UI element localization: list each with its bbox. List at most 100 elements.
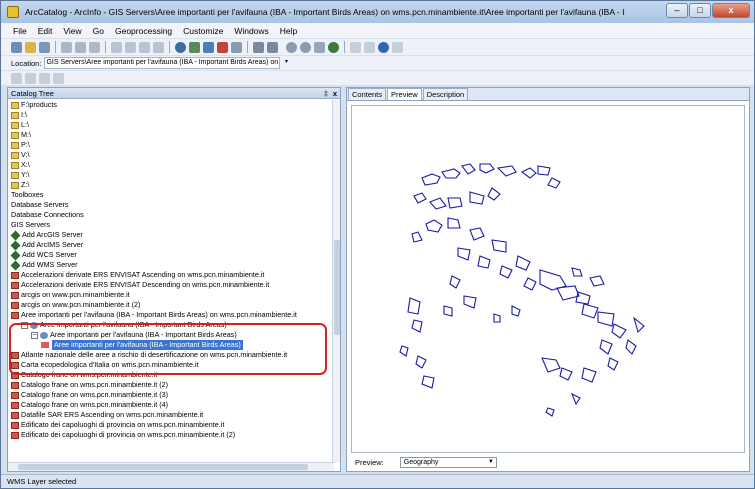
minimize-button[interactable]: – [666,3,688,18]
maximize-button[interactable]: □ [689,3,711,18]
model-builder-icon[interactable] [253,41,264,53]
menu-geoprocessing[interactable]: Geoprocessing [115,26,172,36]
large-icons-view-icon[interactable] [111,41,122,53]
tab-contents[interactable]: Contents [348,88,387,100]
collapse-icon[interactable]: – [21,321,28,329]
collapse-icon[interactable]: – [31,331,38,339]
details-view-icon[interactable] [139,41,150,53]
menu-file[interactable]: File [13,26,27,36]
tree-item[interactable]: Add WMS Server [8,260,334,270]
export-metadata-icon[interactable] [39,72,50,84]
tree-item[interactable]: L:\ [8,120,334,130]
tree-item[interactable]: Add WCS Server [8,250,334,260]
chevron-down-icon[interactable]: ▾ [282,58,290,68]
menu-go[interactable]: Go [93,26,104,36]
paste-icon[interactable] [75,41,86,53]
tree-item[interactable]: Aree importanti per l'avifauna (IBA - Im… [8,310,334,320]
open-folder-icon[interactable] [25,41,36,53]
menu-help[interactable]: Help [280,26,297,36]
print-icon[interactable] [53,72,64,84]
tree-item[interactable]: P:\ [8,140,334,150]
tree-item[interactable]: Accelerazioni derivate ERS ENVISAT Ascen… [8,270,334,280]
tree-item[interactable]: Database Servers [8,200,334,210]
location-toolbar: Location: GIS Servers\Aree importanti pe… [1,56,754,70]
tree-item[interactable]: Datafile SAR ERS Ascending on wms.pcn.mi… [8,410,334,420]
edit-metadata-icon[interactable] [11,72,22,84]
preview-mode-value: Geography [403,459,439,466]
tab-preview[interactable]: Preview [387,88,422,100]
search-window-icon[interactable] [203,41,214,53]
tree-item[interactable]: – Aree importanti per l'avifauna (IBA - I… [8,320,334,330]
tree-item[interactable]: Y:\ [8,170,334,180]
menu-view[interactable]: View [63,26,81,36]
tree-item[interactable]: Carta ecopedologica d'Italia on wms.pcn.… [8,360,334,370]
copy-icon[interactable] [61,41,72,53]
tree-item-label: P:\ [21,140,30,149]
tree-item[interactable]: Toolboxes [8,190,334,200]
tree-item[interactable]: M:\ [8,130,334,140]
up-level-icon[interactable] [39,41,50,53]
zoom-in-icon[interactable] [286,41,297,53]
tree-item[interactable]: arcgis on www.pcn.minambiente.it (2) [8,300,334,310]
forward-arrow-icon[interactable] [364,41,375,53]
preview-mode-dropdown[interactable]: Geography ▼ [399,457,497,468]
tree-vertical-scrollbar[interactable] [332,100,340,463]
whats-this-icon[interactable] [267,41,278,53]
catalog-tree[interactable]: F:\products I:\ L:\ M:\ P:\ V:\ X:\ Y:\ Z:\ Toolb… [8,100,334,463]
tree-item[interactable]: Catalogo frane on wms.pcn.minambiente.it… [8,380,334,390]
tree-item[interactable]: Catalogo frane on wms.pcn.minambiente.it… [8,400,334,410]
tree-item[interactable]: I:\ [8,110,334,120]
tree-item[interactable]: Edificato dei capoluoghi di provincia on… [8,420,334,430]
tree-item[interactable]: Catalogo frane on wms.pcn.minambiente.it… [8,390,334,400]
menu-windows[interactable]: Windows [234,26,268,36]
tree-item[interactable]: Add ArcIMS Server [8,240,334,250]
tree-item[interactable]: Atlante nazionale delle aree a rischio d… [8,350,334,360]
arctoolbox-icon[interactable] [217,41,228,53]
pin-icon[interactable]: ‡ [324,88,328,99]
tree-item[interactable]: Add ArcGIS Server [8,230,334,240]
iba-area-outline [469,227,485,241]
tree-item[interactable]: F:\products [8,100,334,110]
tree-item-label: Edificato dei capoluoghi di provincia on… [21,420,225,429]
tree-item[interactable]: Catalogo frane on wms.pcn.minambiente.it [8,370,334,380]
tree-item[interactable]: – Aree importanti per l'avifauna (IBA - I… [8,330,334,340]
menu-edit[interactable]: Edit [38,26,53,36]
launch-arcmap-icon[interactable] [175,41,186,53]
pan-icon[interactable] [314,41,325,53]
tree-item[interactable]: arcgis on www.pcn.minambiente.it [8,290,334,300]
thumbnails-view-icon[interactable] [153,41,164,53]
tree-item[interactable]: V:\ [8,150,334,160]
location-input[interactable]: GIS Servers\Aree importanti per l'avifau… [44,57,281,69]
tree-item[interactable]: GIS Servers [8,220,334,230]
menu-customize[interactable]: Customize [183,26,223,36]
identify-icon[interactable] [378,41,389,53]
tab-description[interactable]: Description [422,88,469,100]
tree-item-label: arcgis on www.pcn.minambiente.it [21,290,130,299]
scrollbar-thumb[interactable] [334,240,340,335]
tree-item[interactable]: Edificato dei capoluoghi di provincia on… [8,430,334,440]
catalog-window-icon[interactable] [189,41,200,53]
tree-item[interactable]: X:\ [8,160,334,170]
tree-item[interactable]: Database Connections [8,210,334,220]
close-window-button[interactable]: x [712,3,750,18]
scrollbar-thumb[interactable] [18,464,308,470]
iba-area-outline [511,305,521,317]
tree-item-label: Catalogo frane on wms.pcn.minambiente.it… [21,380,169,389]
zoom-out-icon[interactable] [300,41,311,53]
close-panel-icon[interactable]: x [333,88,337,99]
full-extent-icon[interactable] [328,41,339,53]
tree-horizontal-scrollbar[interactable] [8,462,334,471]
back-arrow-icon[interactable] [350,41,361,53]
connect-folder-icon[interactable] [11,41,22,53]
list-view-icon[interactable] [125,41,136,53]
map-preview[interactable] [351,105,745,453]
python-window-icon[interactable] [231,41,242,53]
tree-item[interactable]: Aree importanti per l'avifauna (IBA - Im… [8,340,334,350]
tree-item[interactable]: Accelerazioni derivate ERS ENVISAT Desce… [8,280,334,290]
chevron-down-icon: ▼ [487,459,494,465]
catalog-tree-panel: Catalog Tree ‡ x F:\products I:\ L:\ M:\ P:\… [7,87,341,472]
tree-item[interactable]: Z:\ [8,180,334,190]
validate-metadata-icon[interactable] [25,72,36,84]
create-thumbnail-icon[interactable] [392,41,403,53]
delete-icon[interactable] [89,41,100,53]
